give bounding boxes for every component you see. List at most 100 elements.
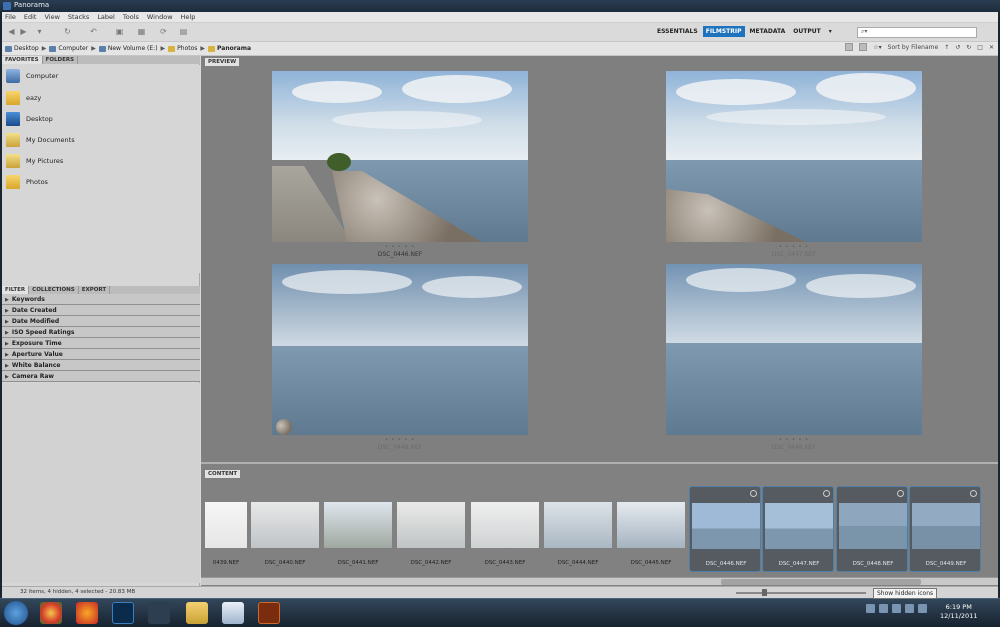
pen-app-icon[interactable] <box>148 602 170 624</box>
content-thumbnail[interactable]: DSC_0447.NEF <box>762 486 834 572</box>
tab-export[interactable]: EXPORT <box>79 286 111 294</box>
grid-view-icon[interactable] <box>845 43 854 51</box>
favorite-item[interactable]: Photos <box>6 175 48 189</box>
clock[interactable]: 6:19 PM 12/11/2011 <box>940 603 977 621</box>
content-thumbnail[interactable]: DSC_0442.NEF <box>395 486 467 572</box>
content-thumbnail[interactable]: DSC_0440.NEF <box>249 486 321 572</box>
favorite-item[interactable]: My Pictures <box>6 154 63 168</box>
rating-stars[interactable]: • • • • • <box>666 437 922 443</box>
chevron-down-icon[interactable]: ▾ <box>34 27 45 37</box>
favorite-item[interactable]: Computer <box>6 69 58 83</box>
filter-row[interactable]: ISO Speed Ratings <box>2 327 200 338</box>
chevron-right-icon[interactable]: ▶ <box>42 45 47 52</box>
scrollbar-thumb[interactable] <box>721 579 921 585</box>
preview-image[interactable] <box>272 71 528 242</box>
menu-view[interactable]: View <box>44 13 59 21</box>
chevron-right-icon[interactable]: ▶ <box>200 45 205 52</box>
content-thumbnail[interactable]: DSC_0444.NEF <box>542 486 614 572</box>
explorer-icon[interactable] <box>186 602 208 624</box>
star-filter-icon[interactable]: ☆▾ <box>873 44 881 51</box>
horizontal-scrollbar[interactable] <box>201 577 998 585</box>
sort-dropdown[interactable]: Sort by Filename <box>888 44 939 51</box>
rating-stars[interactable]: • • • • • <box>272 244 528 250</box>
firefox-icon[interactable] <box>76 602 98 624</box>
content-thumbnail[interactable]: DSC_0446.NEF <box>689 486 761 572</box>
workspace-output[interactable]: OUTPUT <box>790 26 823 37</box>
tab-folders[interactable]: FOLDERS <box>43 56 79 64</box>
rating-stars[interactable]: • • • • • <box>272 437 528 443</box>
photoshop-icon[interactable] <box>112 602 134 624</box>
content-thumbnail[interactable]: 0439.NEF <box>203 486 249 572</box>
tab-filter[interactable]: FILTER <box>2 286 30 294</box>
crumb-volume[interactable]: New Volume (E:) <box>98 45 158 52</box>
delete-icon[interactable]: ✕ <box>989 44 994 51</box>
filter-row[interactable]: White Balance <box>2 360 200 371</box>
bridge-icon[interactable] <box>258 602 280 624</box>
volume-icon[interactable] <box>918 604 927 613</box>
notepad-icon[interactable] <box>222 602 244 624</box>
stack-badge-icon[interactable] <box>970 490 977 497</box>
camera-icon[interactable]: ▣ <box>114 27 125 37</box>
content-thumbnail[interactable]: DSC_0441.NEF <box>322 486 394 572</box>
content-thumbnail[interactable]: DSC_0449.NEF <box>909 486 981 572</box>
workspace-metadata[interactable]: METADATA <box>747 26 789 37</box>
rotate-left-icon[interactable]: ↺ <box>955 44 960 51</box>
tab-preview[interactable]: PREVIEW <box>205 58 240 66</box>
menu-tools[interactable]: Tools <box>123 13 139 21</box>
crumb-computer[interactable]: Computer <box>49 45 88 52</box>
rotate-icon[interactable]: ⟳ <box>158 27 169 37</box>
tab-content[interactable]: CONTENT <box>205 470 241 478</box>
stack-badge-icon[interactable] <box>823 490 830 497</box>
chrome-icon[interactable] <box>40 602 62 624</box>
crumb-photos[interactable]: Photos <box>168 45 197 52</box>
preview-image[interactable] <box>666 264 922 435</box>
filter-row[interactable]: Exposure Time <box>2 338 200 349</box>
stack-badge-icon[interactable] <box>750 490 757 497</box>
tab-favorites[interactable]: FAVORITES <box>2 56 43 64</box>
slider-handle[interactable] <box>762 589 767 596</box>
refine-icon[interactable]: ▦ <box>136 27 147 37</box>
return-icon[interactable]: ↶ <box>88 27 99 37</box>
favorite-item[interactable]: My Documents <box>6 133 75 147</box>
rotate-right-icon[interactable]: ↻ <box>966 44 971 51</box>
menu-stacks[interactable]: Stacks <box>68 13 89 21</box>
open-icon[interactable]: ▤ <box>178 27 189 37</box>
rating-stars[interactable]: • • • • • <box>666 244 922 250</box>
search-input[interactable]: ⌕▾ <box>857 27 977 38</box>
tab-collections[interactable]: COLLECTIONS <box>29 286 79 294</box>
filter-row[interactable]: Camera Raw <box>2 371 200 382</box>
menu-label[interactable]: Label <box>97 13 115 21</box>
workspace-essentials[interactable]: ESSENTIALS <box>654 26 701 37</box>
stack-badge-icon[interactable] <box>897 490 904 497</box>
sync-icon[interactable] <box>905 604 914 613</box>
filter-row[interactable]: Keywords <box>2 294 200 305</box>
crumb-panorama[interactable]: Panorama <box>208 45 251 52</box>
favorite-item[interactable]: Desktop <box>6 112 53 126</box>
menu-file[interactable]: File <box>5 13 16 21</box>
content-thumbnail[interactable]: DSC_0448.NEF <box>836 486 908 572</box>
show-hidden-icons-icon[interactable] <box>866 604 875 613</box>
back-arrow-icon[interactable]: ◀ <box>6 27 17 37</box>
menu-window[interactable]: Window <box>147 13 173 21</box>
list-view-icon[interactable] <box>859 43 868 51</box>
recent-icon[interactable]: ↻ <box>62 27 73 37</box>
content-thumbnail[interactable]: DSC_0445.NEF <box>615 486 687 572</box>
start-button[interactable] <box>4 601 28 625</box>
content-thumbnail[interactable]: DSC_0443.NEF <box>469 486 541 572</box>
crumb-desktop[interactable]: Desktop <box>5 45 39 52</box>
chevron-down-icon[interactable]: ▾ <box>826 26 835 37</box>
favorite-item[interactable]: eazy <box>6 91 41 105</box>
filter-row[interactable]: Date Modified <box>2 316 200 327</box>
shield-icon[interactable] <box>892 604 901 613</box>
thumbnail-size-slider[interactable] <box>736 592 866 594</box>
filter-row[interactable]: Date Created <box>2 305 200 316</box>
menu-edit[interactable]: Edit <box>24 13 37 21</box>
chevron-right-icon[interactable]: ▶ <box>91 45 96 52</box>
sort-order-icon[interactable]: ↑ <box>944 44 949 51</box>
filter-row[interactable]: Aperture Value <box>2 349 200 360</box>
preview-image[interactable] <box>272 264 528 435</box>
network-icon[interactable] <box>879 604 888 613</box>
workspace-filmstrip[interactable]: FILMSTRIP <box>702 26 745 37</box>
forward-arrow-icon[interactable]: ▶ <box>18 27 29 37</box>
preview-image[interactable] <box>666 71 922 242</box>
